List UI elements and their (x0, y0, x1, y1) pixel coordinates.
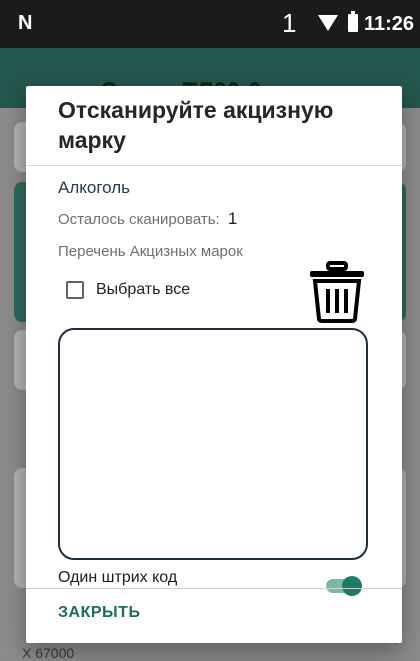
divider (26, 165, 402, 166)
battery-icon (348, 11, 358, 32)
status-bar: N 1 11:26 (0, 0, 420, 48)
select-all-checkbox-row[interactable]: Выбрать все (66, 281, 190, 299)
one-barcode-label: Один штрих код (58, 569, 178, 586)
clock: 11:26 (364, 13, 415, 35)
remaining-row: Осталось сканировать: 1 (58, 209, 237, 229)
excise-marks-label: Перечень Акцизных марок (58, 243, 243, 260)
one-barcode-switch[interactable] (320, 576, 364, 596)
close-button[interactable]: ЗАКРЫТЬ (58, 604, 140, 622)
remaining-value: 1 (227, 209, 238, 228)
divider (26, 588, 402, 589)
select-all-checkbox[interactable] (66, 281, 84, 299)
wifi-icon (318, 15, 338, 31)
switch-thumb (342, 576, 362, 596)
excise-scan-dialog: Отсканируйте акцизную марку Алкоголь Ост… (26, 86, 402, 643)
excise-marks-list[interactable] (58, 328, 368, 560)
trash-icon[interactable] (308, 261, 366, 323)
select-all-label: Выбрать все (96, 281, 191, 298)
remaining-label: Осталось сканировать: (58, 211, 220, 228)
dialog-title: Отсканируйте акцизную марку (58, 97, 334, 153)
product-category: Алкоголь (58, 178, 131, 197)
notification-icon: N (18, 12, 33, 34)
sim-slot-indicator: 1 (282, 8, 297, 38)
